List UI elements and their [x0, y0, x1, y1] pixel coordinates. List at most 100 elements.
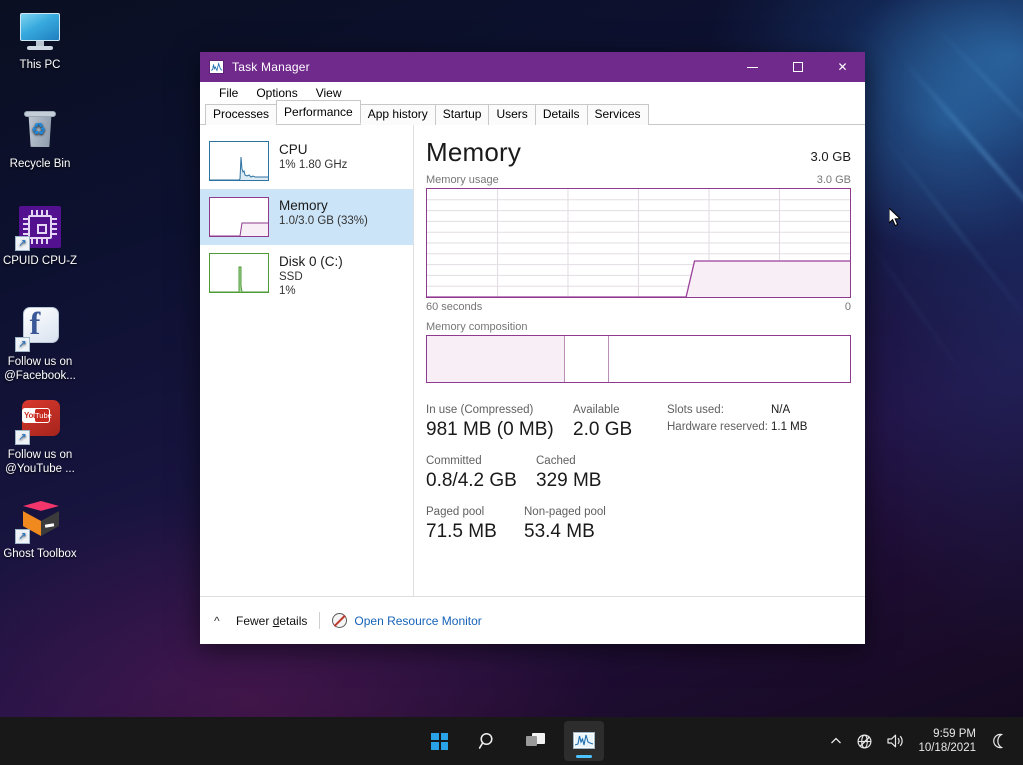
system-tray[interactable]: 9:59 PM 10/18/2021	[823, 717, 1023, 765]
shortcut-arrow-icon: ↗	[15, 236, 30, 251]
hardware-value: 1.1 MB	[771, 421, 808, 433]
window-title: Task Manager	[232, 60, 310, 74]
footer-divider	[319, 612, 321, 629]
desktop-icon-youtube[interactable]: You Tube ↗ Follow us on @YouTube ...	[0, 398, 80, 476]
maximize-button[interactable]	[775, 52, 820, 82]
sidebar-item-name: Memory	[279, 198, 328, 213]
memory-composition-bar	[426, 335, 851, 383]
memory-usage-graph	[426, 188, 851, 298]
open-resource-monitor-link[interactable]: Open Resource Monitor	[354, 614, 481, 628]
desktop-icon-cpu-z[interactable]: ↗ CPUID CPU-Z	[0, 204, 80, 269]
network-no-internet-icon	[857, 733, 872, 749]
tab-strip[interactable]: Processes Performance App history Startu…	[200, 100, 865, 125]
stat-paged-pool: Paged pool 71.5 MB	[426, 505, 497, 544]
notification-center-button[interactable]	[984, 733, 1013, 749]
chevron-up-icon	[831, 737, 842, 744]
sidebar-item-cpu[interactable]: CPU 1% 1.80 GHz	[200, 133, 413, 189]
search-icon	[478, 732, 493, 749]
composition-divider	[608, 336, 610, 382]
task-manager-body: CPU 1% 1.80 GHz Memory 1.0/3.0 GB (33%)	[200, 125, 865, 596]
stat-label: Cached	[536, 455, 576, 467]
facebook-icon: f ↗	[15, 305, 63, 352]
composition-caption: Memory composition	[426, 321, 528, 333]
sidebar-item-name: CPU	[279, 142, 308, 157]
stat-label: Paged pool	[426, 506, 485, 518]
tab-processes[interactable]: Processes	[205, 104, 278, 125]
sidebar-item-sub2: 1%	[279, 285, 296, 297]
hardware-label: Slots used:	[667, 404, 724, 416]
graph-axis-right: 0	[844, 301, 851, 313]
tab-users[interactable]: Users	[488, 104, 536, 125]
clock-date: 10/18/2021	[918, 742, 976, 754]
task-view-icon	[525, 733, 545, 746]
desktop-icon-facebook[interactable]: f ↗ Follow us on @Facebook...	[0, 305, 80, 383]
taskbar-clock[interactable]: 9:59 PM 10/18/2021	[912, 727, 984, 755]
recycle-bin-icon: ♻	[17, 107, 63, 153]
detail-header: Memory 3.0 GB	[426, 137, 851, 168]
stat-available: Available 2.0 GB	[573, 403, 632, 442]
composition-divider	[563, 336, 565, 382]
task-manager-window[interactable]: Task Manager ✕ File Options View Process…	[200, 52, 902, 644]
network-button[interactable]	[849, 733, 880, 750]
fewer-details-button[interactable]: Fewer details	[236, 614, 307, 628]
sidebar-item-disk[interactable]: Disk 0 (C:) SSD 1%	[200, 245, 413, 306]
window-controls[interactable]: ✕	[730, 52, 865, 82]
stat-label: Committed	[426, 455, 482, 467]
disk-thumbnail-graph	[209, 253, 269, 293]
total-memory-label: 3.0 GB	[810, 149, 851, 164]
tray-overflow-button[interactable]	[823, 736, 849, 746]
start-button[interactable]	[420, 721, 460, 761]
taskbar-active-indicator	[575, 755, 592, 758]
volume-button[interactable]	[880, 733, 912, 749]
focus-assist-moon-icon	[993, 733, 1004, 749]
ghost-toolbox-icon: ↗	[15, 497, 63, 544]
task-view-button[interactable]	[516, 721, 556, 761]
cpu-z-icon: ↗	[15, 204, 63, 251]
this-pc-icon	[17, 8, 63, 54]
sidebar-item-memory[interactable]: Memory 1.0/3.0 GB (33%)	[200, 189, 413, 245]
chevron-up-icon[interactable]: ^	[214, 614, 228, 628]
taskbar[interactable]: 9:59 PM 10/18/2021	[0, 717, 1023, 765]
tab-app-history[interactable]: App history	[359, 104, 436, 125]
search-button[interactable]	[468, 721, 508, 761]
resource-monitor-icon	[332, 613, 348, 628]
minimize-button[interactable]	[730, 52, 775, 82]
performance-sidebar[interactable]: CPU 1% 1.80 GHz Memory 1.0/3.0 GB (33%)	[200, 125, 414, 596]
stat-value: 53.4 MB	[524, 521, 595, 542]
menu-file[interactable]: File	[210, 84, 247, 102]
stat-label: In use (Compressed)	[426, 404, 534, 416]
sidebar-item-name: Disk 0 (C:)	[279, 254, 343, 269]
desktop-icon-this-pc[interactable]: This PC	[0, 8, 80, 73]
desktop-icon-label: Follow us on @YouTube ...	[5, 449, 75, 475]
stat-non-paged-pool: Non-paged pool 53.4 MB	[524, 505, 606, 544]
shortcut-arrow-icon: ↗	[15, 430, 30, 445]
sidebar-item-sub: SSD	[279, 271, 303, 283]
taskbar-item-task-manager[interactable]	[563, 721, 604, 761]
shortcut-arrow-icon: ↗	[15, 529, 30, 544]
hardware-value: N/A	[771, 404, 791, 416]
stat-committed: Committed 0.8/4.2 GB	[426, 454, 517, 493]
desktop-icon-label: CPUID CPU-Z	[2, 255, 78, 267]
sidebar-item-sub: 1% 1.80 GHz	[279, 159, 348, 171]
tab-startup[interactable]: Startup	[434, 104, 490, 125]
close-button[interactable]: ✕	[820, 52, 865, 82]
tab-details[interactable]: Details	[534, 104, 588, 125]
task-manager-icon	[209, 60, 224, 74]
cpu-thumbnail-graph	[209, 141, 269, 181]
sidebar-item-sub: 1.0/3.0 GB (33%)	[279, 215, 368, 227]
window-footer: ^ Fewer details Open Resource Monitor	[200, 596, 865, 644]
hardware-label: Hardware reserved:	[667, 421, 768, 433]
task-manager-icon	[572, 731, 595, 749]
stat-label: Available	[573, 404, 620, 416]
desktop-icon-ghost-toolbox[interactable]: ↗ Ghost Toolbox	[0, 497, 80, 562]
page-title: Memory	[426, 137, 522, 167]
shortcut-arrow-icon: ↗	[15, 337, 30, 352]
window-titlebar[interactable]: Task Manager ✕	[200, 52, 865, 82]
desktop-icon-recycle-bin[interactable]: ♻ Recycle Bin	[0, 107, 80, 172]
graph-caption-right: 3.0 GB	[816, 174, 851, 186]
graph-caption: Memory usage 3.0 GB	[426, 174, 851, 186]
desktop-icon-label: Recycle Bin	[9, 158, 71, 170]
tab-services[interactable]: Services	[586, 104, 649, 125]
tab-performance[interactable]: Performance	[276, 100, 361, 124]
composition-segment-in-use	[427, 336, 564, 382]
